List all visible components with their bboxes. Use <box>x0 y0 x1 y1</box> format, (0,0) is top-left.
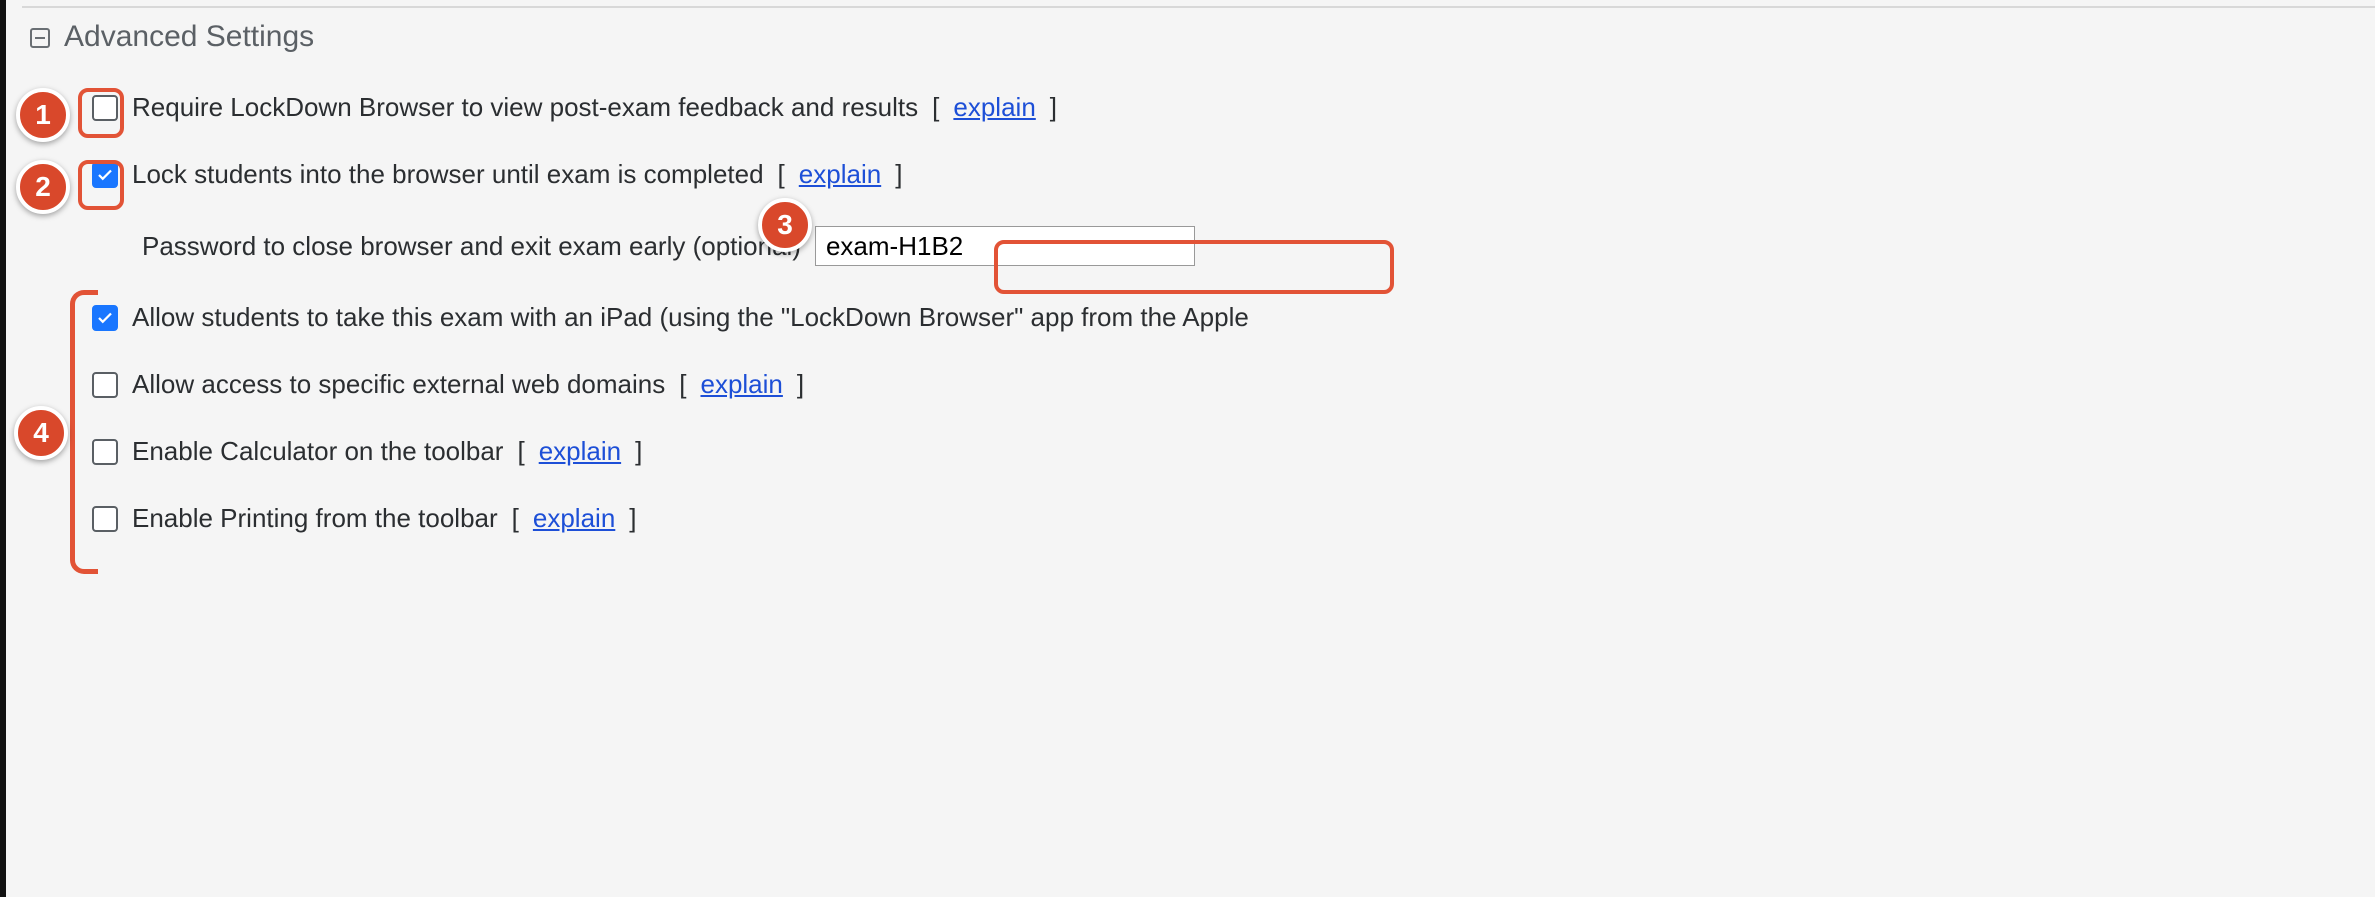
bracket-close: ] <box>629 503 636 534</box>
label-external-domains: Allow access to specific external web do… <box>132 369 665 400</box>
explain-link-r5[interactable]: explain <box>539 436 621 467</box>
bracket-close: ] <box>895 159 902 190</box>
annotation-badge-2: 2 <box>16 160 70 214</box>
row-lock-students: Lock students into the browser until exa… <box>22 159 2375 190</box>
collapse-icon[interactable] <box>30 28 50 48</box>
row-exit-password: Password to close browser and exit exam … <box>22 226 2375 266</box>
checkbox-external-domains[interactable] <box>92 372 118 398</box>
row-require-ldb-feedback: Require LockDown Browser to view post-ex… <box>22 92 2375 123</box>
row-printing: Enable Printing from the toolbar [ explai… <box>22 503 2375 534</box>
checkbox-require-ldb-feedback[interactable] <box>92 95 118 121</box>
label-ipad: Allow students to take this exam with an… <box>132 302 1249 333</box>
explain-link-r4[interactable]: explain <box>700 369 782 400</box>
advanced-settings-panel: Advanced Settings Require LockDown Brows… <box>22 20 2375 570</box>
label-exit-password: Password to close browser and exit exam … <box>142 231 801 262</box>
annotation-badge-1: 1 <box>16 88 70 142</box>
top-divider <box>22 6 2375 8</box>
label-calculator: Enable Calculator on the toolbar <box>132 436 503 467</box>
input-exit-password[interactable] <box>815 226 1195 266</box>
annotation-badge-4: 4 <box>14 406 68 460</box>
bracket-close: ] <box>1050 92 1057 123</box>
left-stripe <box>0 0 6 897</box>
bracket-close: ] <box>797 369 804 400</box>
explain-link-r6[interactable]: explain <box>533 503 615 534</box>
checkbox-lock-students[interactable] <box>92 162 118 188</box>
row-external-domains: Allow access to specific external web do… <box>22 369 2375 400</box>
bracket-open: [ <box>932 92 939 123</box>
bracket-close: ] <box>635 436 642 467</box>
label-lock-students: Lock students into the browser until exa… <box>132 159 764 190</box>
label-require-ldb-feedback: Require LockDown Browser to view post-ex… <box>132 92 918 123</box>
bracket-open: [ <box>517 436 524 467</box>
annotation-badge-3: 3 <box>758 198 812 252</box>
bracket-open: [ <box>679 369 686 400</box>
explain-link-r2[interactable]: explain <box>799 159 881 190</box>
bracket-open: [ <box>512 503 519 534</box>
checkbox-calculator[interactable] <box>92 439 118 465</box>
section-title: Advanced Settings <box>64 20 314 54</box>
bracket-open: [ <box>778 159 785 190</box>
checkbox-printing[interactable] <box>92 506 118 532</box>
checkbox-ipad[interactable] <box>92 305 118 331</box>
row-ipad: Allow students to take this exam with an… <box>22 302 2375 333</box>
label-printing: Enable Printing from the toolbar <box>132 503 498 534</box>
row-calculator: Enable Calculator on the toolbar [ explai… <box>22 436 2375 467</box>
explain-link-r1[interactable]: explain <box>953 92 1035 123</box>
section-header[interactable]: Advanced Settings <box>22 20 2375 54</box>
